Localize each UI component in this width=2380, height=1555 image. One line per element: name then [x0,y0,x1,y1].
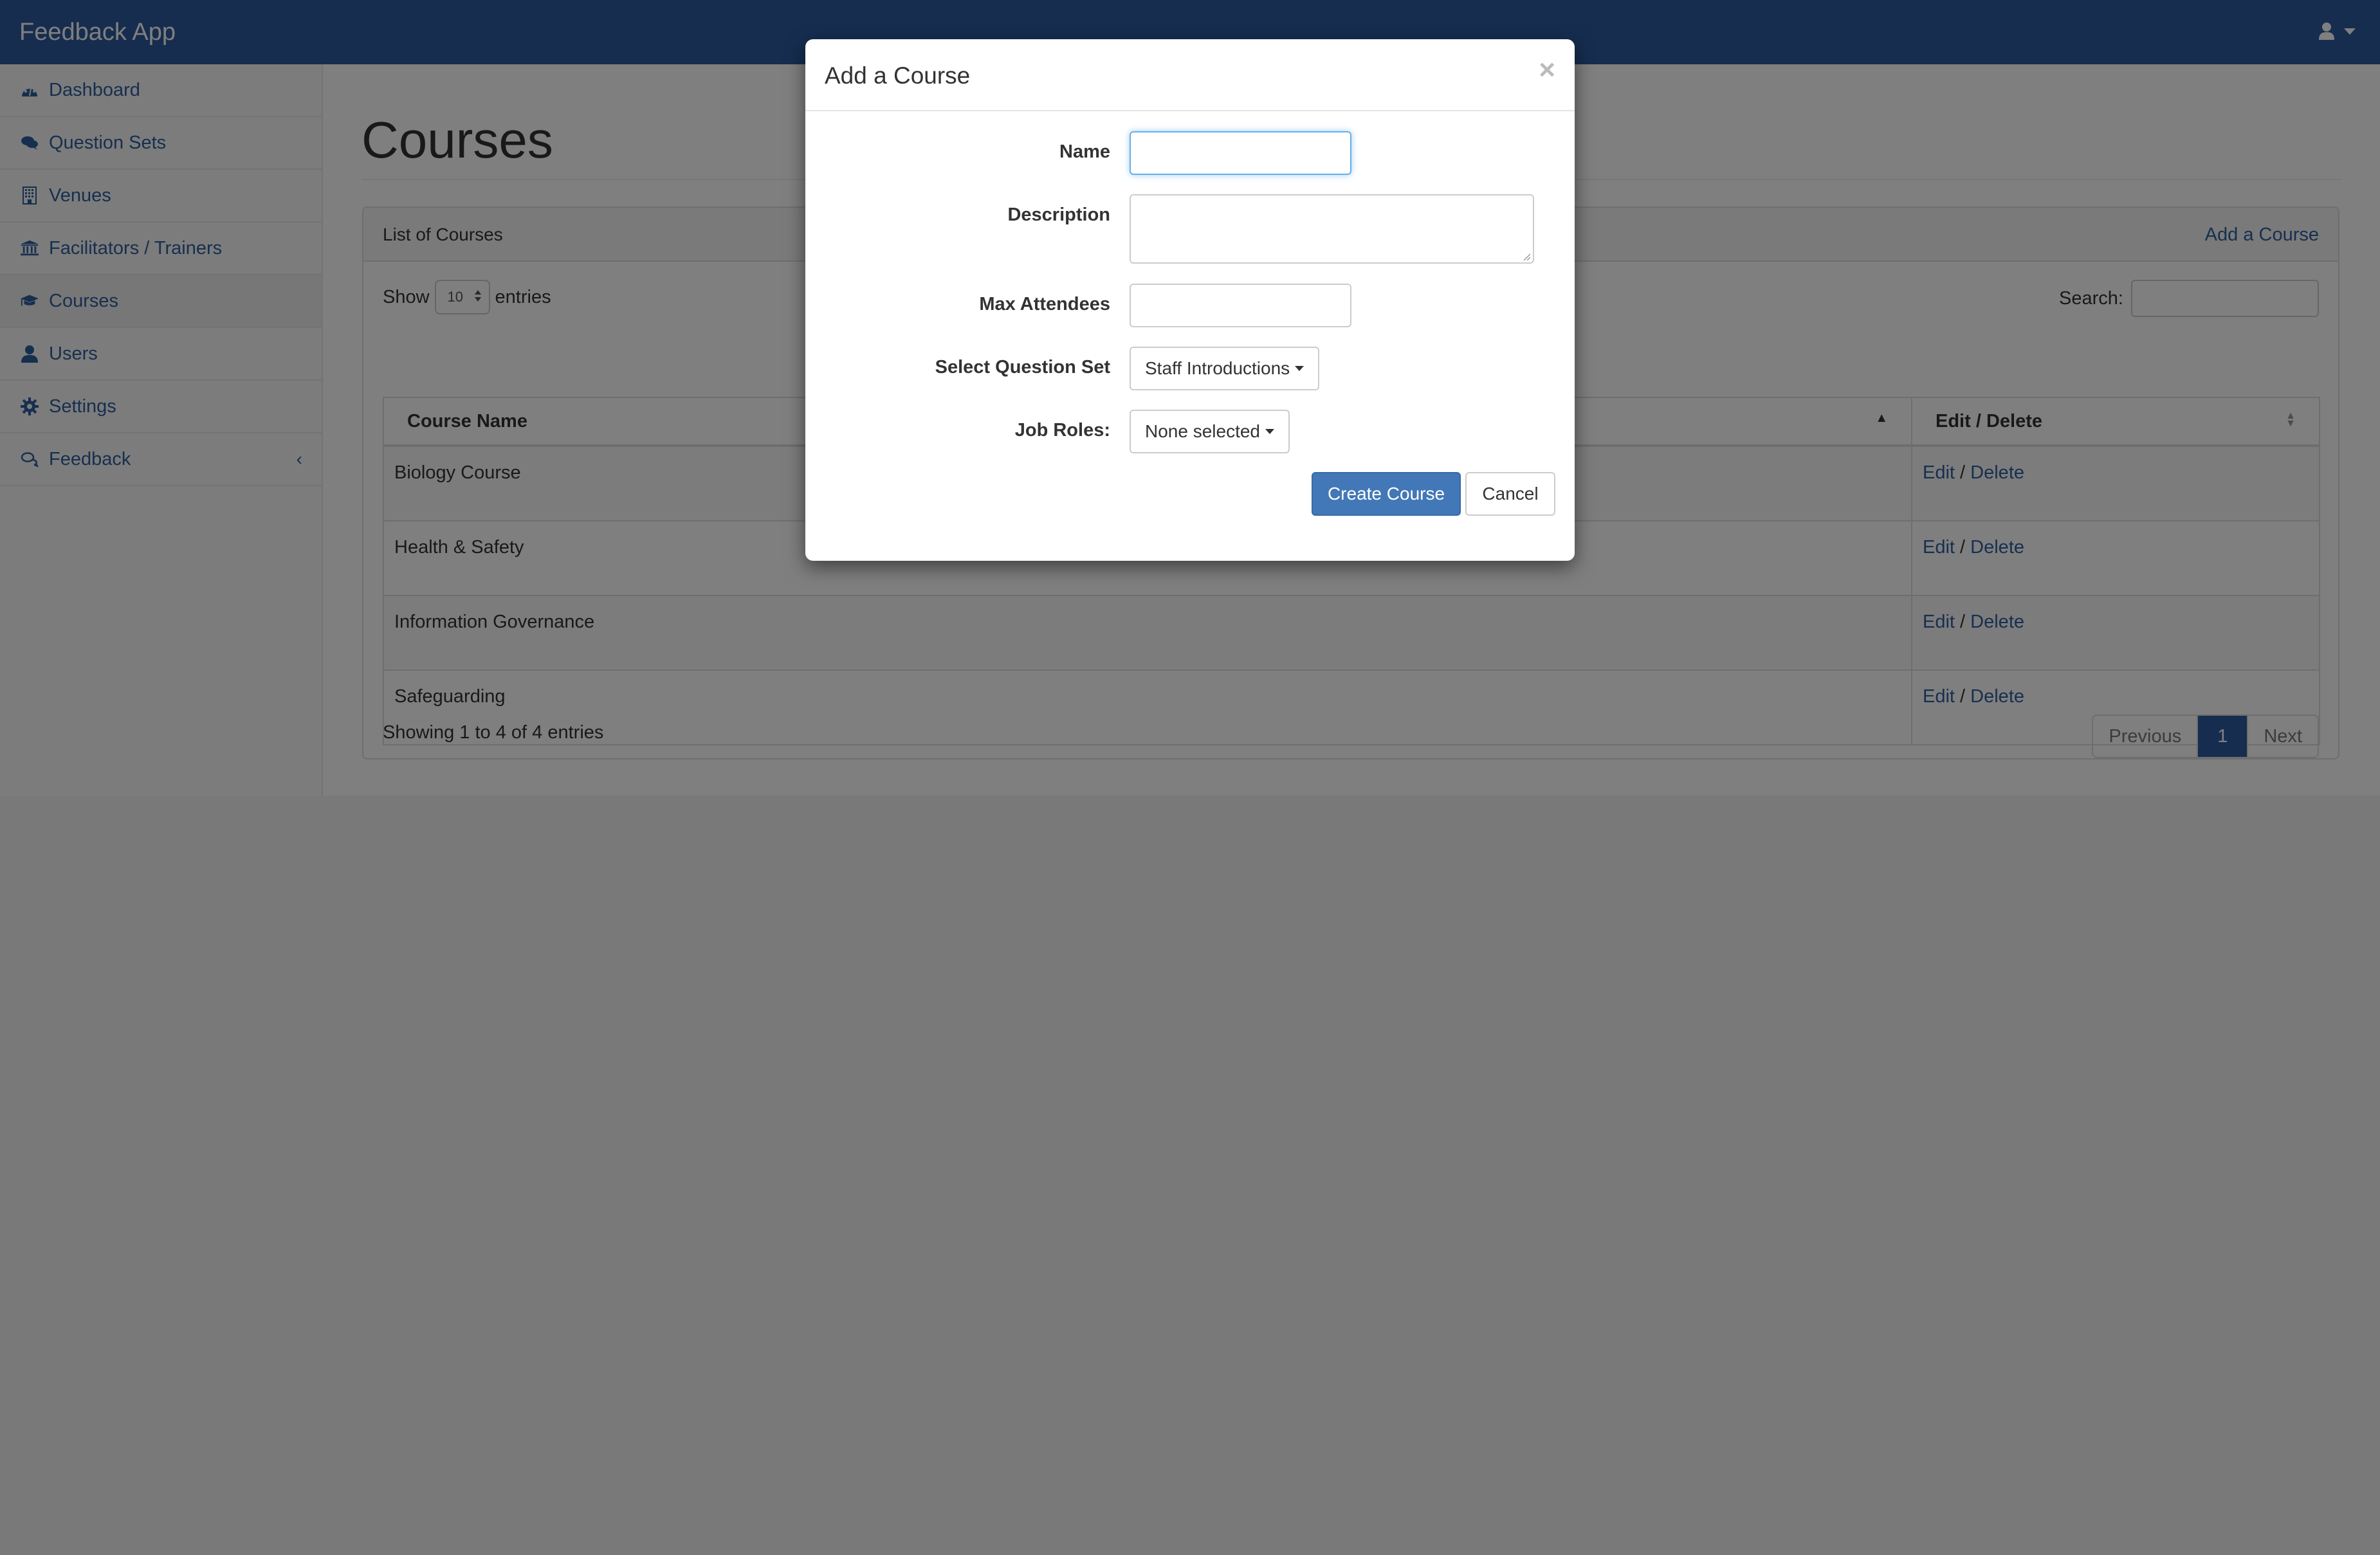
close-icon[interactable]: × [1539,56,1555,84]
caret-down-icon [1265,429,1275,434]
name-input[interactable] [1130,131,1351,175]
question-set-dropdown[interactable]: Staff Introductions [1130,347,1320,390]
caret-down-icon [1295,366,1304,371]
create-course-button[interactable]: Create Course [1312,472,1461,516]
job-roles-label: Job Roles: [1014,420,1110,441]
description-textarea[interactable] [1130,194,1534,264]
question-set-selected: Staff Introductions [1145,358,1290,378]
job-roles-multiselect[interactable]: None selected [1130,410,1290,453]
modal-header: Add a Course × [805,39,1575,111]
job-roles-selected: None selected [1145,421,1261,441]
max-attendees-input[interactable] [1130,284,1351,327]
cancel-button[interactable]: Cancel [1465,472,1555,516]
resize-handle-icon[interactable] [1523,252,1531,261]
modal-title: Add a Course [825,62,971,89]
max-attendees-label: Max Attendees [979,294,1110,314]
add-course-modal: Add a Course × Name Description Max Atte… [805,39,1575,561]
description-label: Description [1007,205,1110,225]
name-label: Name [1059,141,1110,162]
question-set-label: Select Question Set [935,357,1110,377]
